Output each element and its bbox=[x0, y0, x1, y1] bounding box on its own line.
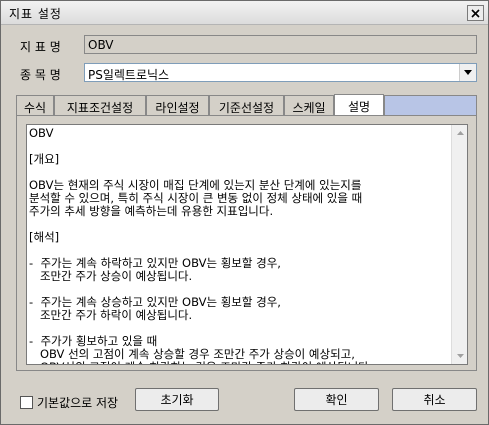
title-bar: 지표 설정 bbox=[1, 1, 488, 25]
description-panel: OBV [개요] OBV는 현재의 주식 시장이 매집 단계에 있는지 분산 단… bbox=[16, 115, 477, 371]
scroll-down-icon bbox=[456, 354, 464, 358]
vertical-scrollbar[interactable] bbox=[451, 125, 467, 364]
ok-button[interactable]: 확인 bbox=[294, 388, 379, 411]
tab-bar: 수식 지표조건설정 라인설정 기준선설정 스케일 설명 bbox=[16, 94, 477, 116]
indicator-settings-dialog: 지표 설정 지 표 명 OBV 종 목 명 PS일렉트로닉스 수식 지표조건설정… bbox=[0, 0, 489, 425]
tab-baseline-settings[interactable]: 기준선설정 bbox=[209, 95, 284, 115]
cancel-button[interactable]: 취소 bbox=[392, 388, 477, 411]
description-textarea[interactable]: OBV [개요] OBV는 현재의 주식 시장이 매집 단계에 있는지 분산 단… bbox=[26, 124, 468, 365]
tab-formula[interactable]: 수식 bbox=[16, 95, 54, 115]
save-default-label: 기본값으로 저장 bbox=[37, 396, 119, 410]
tab-bar-filler bbox=[384, 95, 477, 115]
tab-line-settings[interactable]: 라인설정 bbox=[146, 95, 209, 115]
scroll-up-icon bbox=[456, 131, 464, 135]
indicator-name-field: OBV bbox=[84, 35, 477, 54]
indicator-name-label: 지 표 명 bbox=[20, 40, 61, 54]
save-default-option[interactable]: 기본값으로 저장 bbox=[20, 394, 118, 411]
scroll-up-button[interactable] bbox=[452, 125, 467, 141]
reset-button[interactable]: 초기화 bbox=[135, 388, 219, 411]
save-default-checkbox[interactable] bbox=[20, 396, 33, 409]
stock-name-value: PS일렉트로닉스 bbox=[88, 68, 170, 82]
close-icon bbox=[471, 8, 480, 18]
indicator-name-value: OBV bbox=[88, 38, 114, 52]
tab-indicator-conditions[interactable]: 지표조건설정 bbox=[54, 95, 146, 115]
close-button[interactable] bbox=[467, 5, 484, 21]
stock-name-label: 종 목 명 bbox=[20, 68, 61, 82]
scroll-down-button[interactable] bbox=[452, 348, 467, 364]
chevron-down-icon bbox=[464, 70, 472, 75]
description-text: OBV [개요] OBV는 현재의 주식 시장이 매집 단계에 있는지 분산 단… bbox=[29, 126, 372, 365]
stock-name-select[interactable]: PS일렉트로닉스 bbox=[84, 63, 477, 82]
window-title: 지표 설정 bbox=[9, 7, 62, 21]
tab-description[interactable]: 설명 bbox=[334, 94, 384, 116]
tab-scale[interactable]: 스케일 bbox=[284, 95, 334, 115]
stock-dropdown-button[interactable] bbox=[459, 64, 476, 81]
